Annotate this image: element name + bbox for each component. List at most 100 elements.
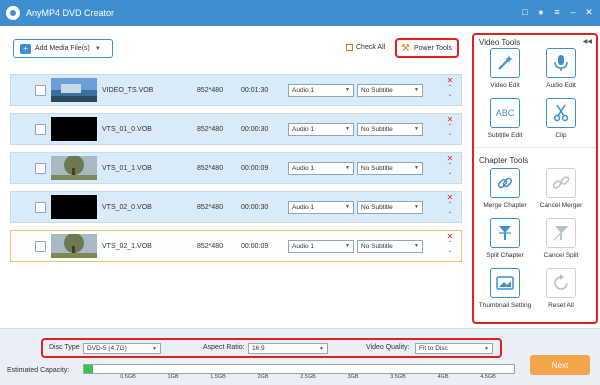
row-controls: ✕ ⌃ ⌄ <box>445 116 455 138</box>
merge-chapter-tool[interactable]: Merge Chapter <box>475 168 535 209</box>
row-checkbox[interactable] <box>35 162 46 174</box>
move-down-icon[interactable]: ⌄ <box>445 170 455 177</box>
file-row[interactable]: VTS_02_1.VOB 852*480 00:00:09 Audio 1 ▼ N… <box>10 230 462 262</box>
magic-wand-icon <box>490 48 520 78</box>
move-down-icon[interactable]: ⌄ <box>445 131 455 138</box>
audio-edit-tool[interactable]: Audio Edit <box>531 48 591 89</box>
split-chapter-label: Split Chapter <box>486 252 524 259</box>
video-tools-heading: Video Tools <box>479 38 521 47</box>
collapse-panel-icon[interactable]: ◀◀ <box>583 38 592 45</box>
chevron-down-icon: ▼ <box>94 45 101 52</box>
power-tools-button[interactable]: ⚒ Power Tools <box>395 38 459 58</box>
row-checkbox[interactable] <box>35 201 46 213</box>
file-row[interactable]: VTS_01_0.VOB 852*480 00:00:30 Audio 1 ▼ N… <box>10 113 462 145</box>
move-down-icon[interactable]: ⌄ <box>445 92 455 99</box>
capacity-ticks: 0.5GB 1GB 1.5GB 2GB 2.5GB 3GB 3.5GB 4GB 4.5GB <box>83 374 515 384</box>
file-duration: 00:00:09 <box>241 242 269 250</box>
chevron-down-icon: ▼ <box>345 204 350 210</box>
move-up-icon[interactable]: ⌃ <box>445 202 455 209</box>
thumbnail-setting-tool[interactable]: Thumbnail Setting <box>475 268 535 309</box>
chevron-down-icon: ▼ <box>414 126 419 132</box>
audio-track-select[interactable]: Audio 1 ▼ <box>288 161 354 175</box>
video-quality-label: Video Quality: <box>366 344 410 351</box>
row-controls: ✕ ⌃ ⌄ <box>445 77 455 99</box>
audio-track-select[interactable]: Audio 1 ▼ <box>288 200 354 214</box>
subtitle-edit-label: Subtitle Edit <box>487 132 523 139</box>
chevron-down-icon: ▼ <box>414 243 419 249</box>
audio-track-select[interactable]: Audio 1 ▼ <box>288 239 354 253</box>
row-checkbox[interactable] <box>35 84 46 96</box>
check-all-checkbox[interactable] <box>346 44 353 51</box>
capacity-fill <box>84 365 93 373</box>
move-up-icon[interactable]: ⌃ <box>445 85 455 92</box>
subtitle-select[interactable]: No Subtitle ▼ <box>357 161 423 175</box>
audio-track-value: Audio 1 <box>292 164 315 172</box>
move-up-icon[interactable]: ⌃ <box>445 163 455 170</box>
aspect-ratio-select[interactable]: 16:9 ▼ <box>248 343 328 354</box>
subtitle-edit-tool[interactable]: ABC Subtitle Edit <box>475 98 535 139</box>
split-chapter-tool[interactable]: Split Chapter <box>475 218 535 259</box>
subtitle-select[interactable]: No Subtitle ▼ <box>357 83 423 97</box>
row-controls: ✕ ⌃ ⌄ <box>445 155 455 177</box>
file-name: VTS_01_1.VOB <box>102 164 152 172</box>
delete-icon[interactable]: ✕ <box>445 233 455 241</box>
move-up-icon[interactable]: ⌃ <box>445 124 455 131</box>
capacity-tick-label: 3GB <box>347 374 359 380</box>
subtitle-select[interactable]: No Subtitle ▼ <box>357 239 423 253</box>
disc-type-value: DVD-5 (4.7G) <box>87 345 127 352</box>
reset-icon <box>546 268 576 298</box>
subtitle-value: No Subtitle <box>361 164 393 172</box>
cart-icon[interactable]: □ <box>520 7 530 17</box>
user-icon[interactable]: ● <box>536 7 546 17</box>
app-logo-icon <box>6 6 20 20</box>
minimize-icon[interactable]: – <box>568 7 578 17</box>
audio-track-select[interactable]: Audio 1 ▼ <box>288 122 354 136</box>
delete-icon[interactable]: ✕ <box>445 155 455 163</box>
close-icon[interactable]: ✕ <box>584 7 594 17</box>
add-media-button[interactable]: + Add Media File(s) ▼ <box>13 39 113 58</box>
file-name: VTS_01_0.VOB <box>102 125 152 133</box>
delete-icon[interactable]: ✕ <box>445 77 455 85</box>
chevron-down-icon: ▼ <box>345 165 350 171</box>
cancel-split-icon <box>546 218 576 248</box>
audio-track-select[interactable]: Audio 1 ▼ <box>288 83 354 97</box>
file-row[interactable]: VIDEO_TS.VOB 852*480 00:01:30 Audio 1 ▼ N… <box>10 74 462 106</box>
subtitle-select[interactable]: No Subtitle ▼ <box>357 200 423 214</box>
window-controls: □ ● ≡ – ✕ <box>520 7 594 17</box>
file-name: VIDEO_TS.VOB <box>102 86 154 94</box>
subtitle-value: No Subtitle <box>361 203 393 211</box>
next-button[interactable]: Next <box>530 355 590 375</box>
file-name: VTS_02_0.VOB <box>102 203 152 211</box>
move-up-icon[interactable]: ⌃ <box>445 241 455 248</box>
delete-icon[interactable]: ✕ <box>445 116 455 124</box>
section-divider <box>474 147 596 148</box>
subtitle-value: No Subtitle <box>361 125 393 133</box>
move-down-icon[interactable]: ⌄ <box>445 248 455 255</box>
scissors-icon <box>546 98 576 128</box>
check-all-label: Check All <box>356 44 386 51</box>
chevron-down-icon: ▼ <box>345 243 350 249</box>
link-icon <box>490 168 520 198</box>
unlink-icon <box>546 168 576 198</box>
row-checkbox[interactable] <box>35 123 46 135</box>
aspect-ratio-value: 16:9 <box>252 345 265 352</box>
app-title: AnyMP4 DVD Creator <box>26 8 115 18</box>
capacity-tick-label: 2.5GB <box>300 374 316 380</box>
video-edit-tool[interactable]: Video Edit <box>475 48 535 89</box>
check-all[interactable]: Check All <box>346 44 385 51</box>
row-checkbox[interactable] <box>35 240 46 252</box>
row-controls: ✕ ⌃ ⌄ <box>445 194 455 216</box>
file-row[interactable]: VTS_02_0.VOB 852*480 00:00:30 Audio 1 ▼ N… <box>10 191 462 223</box>
video-quality-select[interactable]: Fit to Disc ▼ <box>415 343 493 354</box>
clip-tool[interactable]: Clip <box>531 98 591 139</box>
file-row[interactable]: VTS_01_1.VOB 852*480 00:00:09 Audio 1 ▼ N… <box>10 152 462 184</box>
disc-type-select[interactable]: DVD-5 (4.7G) ▼ <box>83 343 161 354</box>
chevron-down-icon: ▼ <box>152 345 157 352</box>
thumbnail-icon <box>490 268 520 298</box>
cancel-merger-label: Cancel Merger <box>539 202 583 209</box>
file-resolution: 852*480 <box>197 86 224 94</box>
subtitle-select[interactable]: No Subtitle ▼ <box>357 122 423 136</box>
menu-icon[interactable]: ≡ <box>552 7 562 17</box>
move-down-icon[interactable]: ⌄ <box>445 209 455 216</box>
delete-icon[interactable]: ✕ <box>445 194 455 202</box>
